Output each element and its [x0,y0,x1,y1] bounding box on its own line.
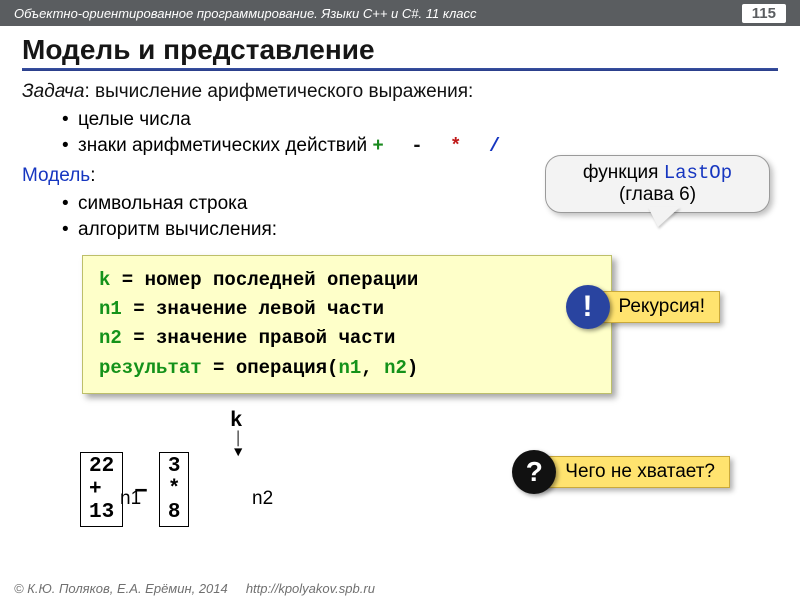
exclamation-icon: ! [566,285,610,329]
expr-box-n2: 3 * 8 [159,452,190,527]
recursion-callout: ! Рекурсия! [566,285,720,329]
k-label: k [230,410,243,433]
task-line: Задача: вычисление арифметического выраж… [22,81,778,103]
footer-url: http://kpolyakov.spb.ru [246,581,375,596]
page-title: Модель и представление [22,34,778,66]
page-number: 115 [742,4,786,23]
header-bar: Объектно-ориентированное программировани… [0,0,800,26]
recursion-label: Рекурсия! [594,291,720,323]
title-underline [22,68,778,71]
task-bullets: целые числа знаки арифметических действи… [62,107,778,159]
copyright: © К.Ю. Поляков, Е.А. Ерёмин, 2014 [14,581,228,596]
question-icon: ? [512,450,556,494]
course-title: Объектно-ориентированное программировани… [14,6,477,21]
callout-lastop: функция LastOp (глава 6) [545,155,770,213]
question-callout: ? Чего не хватает? [512,450,730,494]
callout-tail [648,207,680,227]
bullet-integers: целые числа [62,107,778,133]
expr-box-n1: 22 + 13 [80,452,123,527]
n1-label: n1 [120,488,141,510]
algorithm-codebox: k = номер последней операции n1 = значен… [82,255,612,395]
n2-label: n2 [252,488,273,510]
question-label: Чего не хватает? [540,456,730,488]
arrow-down-icon: │▼ [234,432,242,460]
footer: © К.Ю. Поляков, Е.А. Ерёмин, 2014 http:/… [14,581,375,596]
